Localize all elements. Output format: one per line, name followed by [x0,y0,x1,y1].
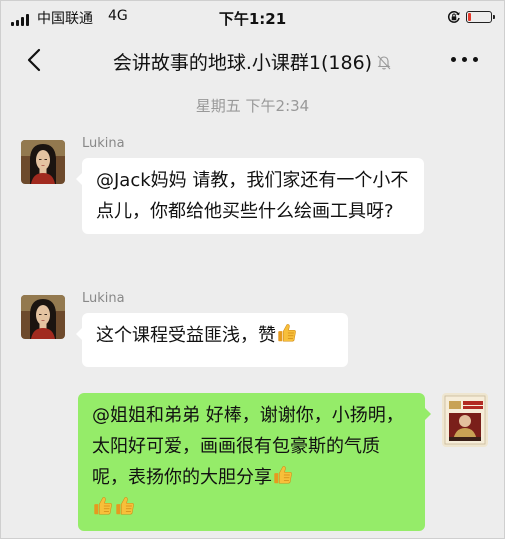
status-time: 下午1:21 [218,10,287,28]
message-text: @姐姐和弟弟 好棒，谢谢你，小扬明，太阳好可爱，画画很有包豪斯的气质呢，表扬你的… [92,405,404,488]
message-text: 这个课程受益匪浅，赞 [96,325,276,346]
avatar-lukina[interactable] [21,140,65,184]
more-options-button[interactable] [451,57,481,65]
book-cover-avatar-image [442,393,488,447]
thumbs-up-icon [272,464,294,486]
message-bubble[interactable]: 这个课程受益匪浅，赞 [76,313,348,367]
bell-muted-icon [377,55,391,70]
battery-icon [466,11,495,23]
status-bar: 中国联通 4G 下午1:21 [1,1,504,33]
portrait-avatar-image [21,295,65,339]
rotation-lock-icon [448,11,460,23]
group-name: 会讲故事的地球.小课群1(186) [112,52,373,74]
page-title: 会讲故事的地球.小课群1(186) [1,48,504,75]
chat-screen: 中国联通 4G 下午1:21 会讲故事的地球.小课群1(186) 星期五 下午2… [0,0,505,539]
avatar-lukina[interactable] [21,295,65,339]
sender-name: Lukina [82,291,125,306]
thumbs-up-icon [276,322,298,344]
thumbs-up-icon [92,495,114,517]
thumbs-up-icon [114,495,136,517]
nav-bar: 会讲故事的地球.小课群1(186) [1,33,504,89]
message-text: @Jack妈妈 请教，我们家还有一个小不点儿，你都给他买些什么绘画工具呀? [96,170,409,222]
portrait-avatar-image [21,140,65,184]
sender-name: Lukina [82,136,125,151]
chat-timestamp: 星期五 下午2:34 [195,97,310,115]
avatar-self[interactable] [442,393,488,447]
message-bubble[interactable]: @Jack妈妈 请教，我们家还有一个小不点儿，你都给他买些什么绘画工具呀? [76,158,424,234]
message-bubble-outgoing[interactable]: @姐姐和弟弟 好棒，谢谢你，小扬明，太阳好可爱，画画很有包豪斯的气质呢，表扬你的… [78,393,431,531]
